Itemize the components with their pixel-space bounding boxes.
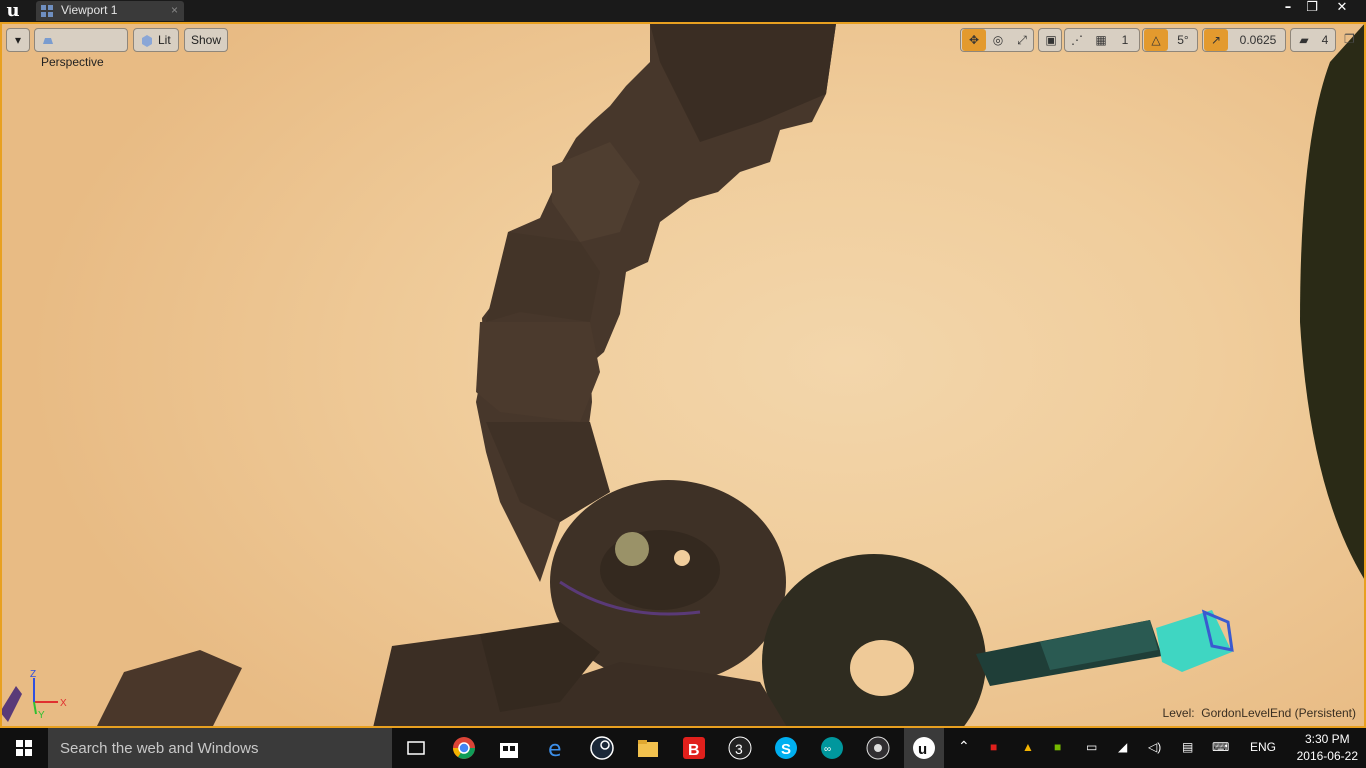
google-drive-tray-icon[interactable]: ▲ bbox=[1022, 740, 1034, 754]
perspective-button[interactable]: Perspective bbox=[34, 28, 128, 69]
scale-snap-icon[interactable]: ↗ bbox=[1204, 29, 1228, 51]
grid-snap-group: ⋰ ▦ 1 bbox=[1064, 28, 1140, 52]
perspective-icon bbox=[43, 37, 53, 44]
nvidia-tray-icon[interactable]: ■ bbox=[1054, 740, 1061, 754]
tab-viewport-1[interactable]: Viewport 1 × bbox=[36, 1, 184, 21]
svg-text:∞: ∞ bbox=[824, 744, 831, 755]
surface-snap-icon[interactable]: ⋰ bbox=[1065, 29, 1089, 51]
unreal-engine-taskbar-button[interactable]: u bbox=[904, 728, 944, 768]
teal-bridge-mesh bbox=[976, 609, 1234, 686]
rotation-snap-group: △ 5° bbox=[1142, 28, 1198, 52]
language-indicator[interactable]: ENG bbox=[1250, 740, 1276, 754]
action-center-icon[interactable]: ▤ bbox=[1182, 740, 1193, 754]
ring-mesh-lower bbox=[762, 554, 986, 726]
rotate-mode-icon[interactable]: ◎ bbox=[986, 29, 1010, 51]
arduino-icon[interactable]: ∞ bbox=[818, 734, 846, 762]
search-placeholder: Search the web and Windows bbox=[60, 740, 259, 757]
clock-date: 2016-06-22 bbox=[1296, 749, 1358, 763]
scene-render bbox=[2, 24, 1364, 726]
level-indicator: Level: GordonLevelEnd (Persistent) bbox=[1163, 706, 1356, 720]
chrome-icon[interactable] bbox=[450, 734, 478, 762]
show-button[interactable]: Show bbox=[184, 28, 228, 52]
unreal-engine-icon: u bbox=[913, 737, 935, 759]
level-viewport[interactable]: ▾ Perspective Lit Show ✥ ◎ ⤢ ▣ ⋰ ▦ 1 △ 5… bbox=[0, 22, 1366, 728]
axis-y-label: Y bbox=[38, 710, 45, 718]
show-hidden-icons-icon[interactable]: ⌃ bbox=[958, 738, 970, 755]
filezilla-tray-icon[interactable]: ■ bbox=[990, 740, 997, 754]
maximize-viewport-icon[interactable]: ❐ bbox=[1344, 32, 1355, 46]
scale-snap-group: ↗ 0.0625 bbox=[1202, 28, 1286, 52]
right-edge-mesh bbox=[1300, 24, 1364, 579]
windows-taskbar: Search the web and Windows e B 3 S ∞ u ⌃… bbox=[0, 728, 1366, 768]
lit-view-mode-button[interactable]: Lit bbox=[133, 28, 179, 52]
battery-icon[interactable]: ▭ bbox=[1086, 740, 1097, 754]
clock-time: 3:30 PM bbox=[1304, 732, 1350, 746]
scale-snap-value[interactable]: 0.0625 bbox=[1231, 29, 1285, 51]
wifi-icon[interactable]: ◢ bbox=[1118, 740, 1127, 754]
edge-icon[interactable]: e bbox=[542, 734, 570, 762]
svg-text:u: u bbox=[918, 741, 927, 758]
rotation-snap-value[interactable]: 5° bbox=[1171, 29, 1195, 51]
windows-start-icon[interactable] bbox=[0, 728, 48, 768]
bitdefender-icon[interactable]: B bbox=[680, 734, 708, 762]
viewport-grid-icon bbox=[41, 5, 53, 17]
rotation-snap-icon[interactable]: △ bbox=[1144, 29, 1168, 51]
camera-speed-group: ▰ 4 bbox=[1290, 28, 1336, 52]
tab-label: Viewport 1 bbox=[61, 3, 118, 17]
lit-cube-icon bbox=[142, 34, 152, 47]
grid-snap-value[interactable]: 1 bbox=[1113, 29, 1137, 51]
scale-mode-icon[interactable]: ⤢ bbox=[1010, 29, 1034, 51]
unreal-logo-icon: u bbox=[6, 0, 20, 21]
search-box[interactable]: Search the web and Windows bbox=[48, 728, 392, 768]
translate-mode-icon[interactable]: ✥ bbox=[962, 29, 986, 51]
chevron-down-icon: ▾ bbox=[14, 33, 22, 47]
file-explorer-icon[interactable] bbox=[634, 734, 662, 762]
svg-text:S: S bbox=[781, 741, 791, 758]
lit-label: Lit bbox=[158, 33, 171, 47]
axis-z-label: Z bbox=[30, 669, 36, 680]
coordinate-system-group: ▣ bbox=[1038, 28, 1062, 52]
title-bar: u Viewport 1 × – ❐ ✕ bbox=[0, 0, 1366, 22]
viewport-options-button[interactable]: ▾ bbox=[6, 28, 30, 52]
grid-snap-icon[interactable]: ▦ bbox=[1089, 29, 1113, 51]
store-icon[interactable] bbox=[495, 734, 523, 762]
transform-tools-group: ✥ ◎ ⤢ bbox=[960, 28, 1034, 52]
volume-icon[interactable]: ◁) bbox=[1148, 740, 1161, 754]
axis-x-label: X bbox=[60, 698, 67, 709]
clock[interactable]: 3:30 PM 2016-06-22 bbox=[1297, 731, 1358, 765]
steam-icon[interactable] bbox=[588, 734, 616, 762]
close-button[interactable]: ✕ bbox=[1328, 0, 1356, 18]
tab-close-icon[interactable]: × bbox=[171, 3, 178, 17]
keyboard-icon[interactable]: ⌨ bbox=[1212, 740, 1229, 754]
show-label: Show bbox=[191, 33, 222, 47]
axis-gizmo: X Z Y bbox=[30, 669, 67, 718]
svg-text:3: 3 bbox=[735, 741, 743, 757]
level-name: GordonLevelEnd (Persistent) bbox=[1201, 706, 1356, 720]
svg-text:e: e bbox=[548, 737, 562, 762]
task-view-icon[interactable] bbox=[402, 734, 430, 762]
obs-icon[interactable] bbox=[864, 734, 892, 762]
restore-button[interactable]: ❐ bbox=[1298, 0, 1326, 18]
level-prefix: Level: bbox=[1162, 706, 1195, 720]
camera-speed-value[interactable]: 4 bbox=[1313, 29, 1337, 51]
perspective-label: Perspective bbox=[41, 55, 104, 69]
svg-text:B: B bbox=[688, 742, 700, 759]
skype-icon[interactable]: S bbox=[772, 734, 800, 762]
unity-icon[interactable]: 3 bbox=[726, 734, 754, 762]
world-cube-icon[interactable]: ▣ bbox=[1039, 29, 1063, 51]
